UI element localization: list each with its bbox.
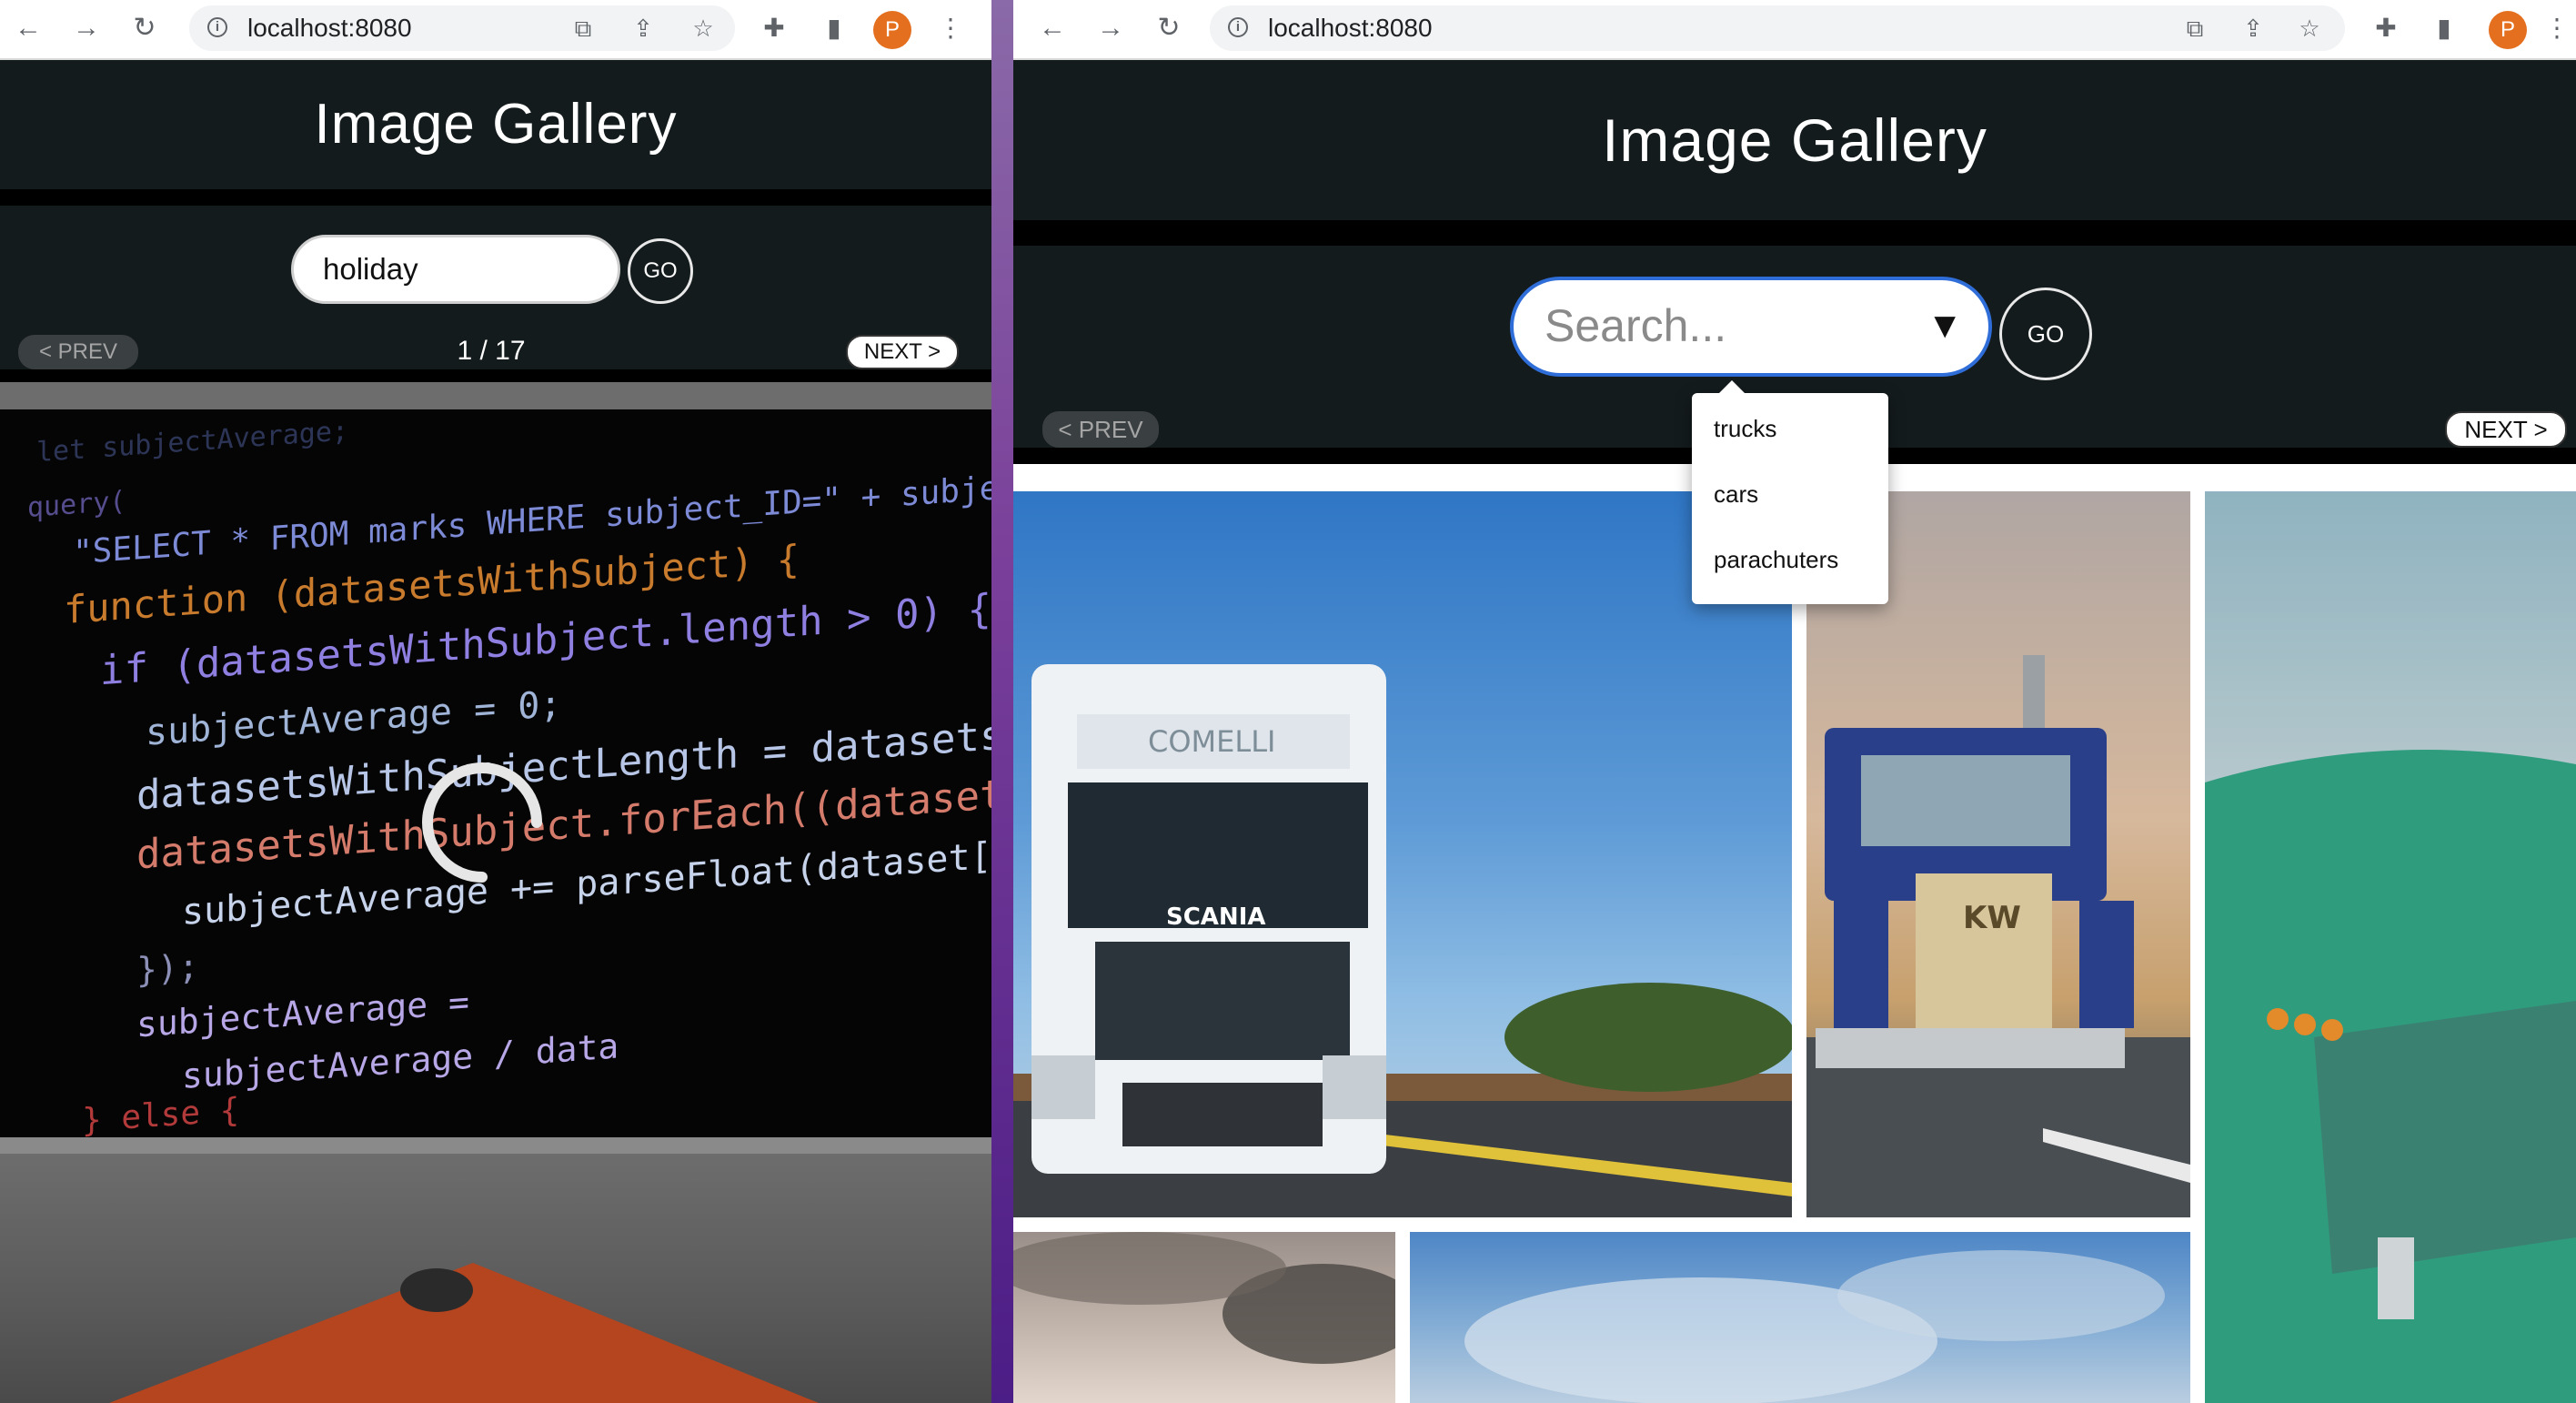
- gallery-photo-code[interactable]: let subjectAverage; query( "SELECT * FRO…: [0, 409, 991, 1137]
- back-arrow-icon[interactable]: ←: [1037, 13, 1068, 44]
- suggestion-parachuters[interactable]: parachuters: [1714, 546, 1838, 574]
- extensions-puzzle-icon[interactable]: ✚: [759, 13, 790, 44]
- svg-text:} else {: } else {: [82, 1092, 239, 1137]
- gallery-photo-book[interactable]: [0, 1154, 991, 1403]
- site-info-icon[interactable]: i: [207, 17, 227, 37]
- svg-text:subjectAverage =: subjectAverage =: [136, 982, 469, 1045]
- dropdown-pointer: [1719, 380, 1745, 393]
- right-browser-window: ← → ↻ i localhost:8080 ⧉ ⇪ ☆ ✚ ▮ P ⋮ Ima…: [1013, 0, 2576, 1403]
- profile-avatar[interactable]: P: [873, 11, 911, 49]
- window-divider: [991, 0, 1013, 1403]
- search-input[interactable]: holiday: [291, 235, 620, 304]
- gallery-photo-clouds[interactable]: [1013, 1232, 1395, 1403]
- go-button[interactable]: GO: [1999, 288, 2092, 380]
- page-title: Image Gallery: [314, 93, 678, 156]
- truck-badge-text: KW: [1963, 900, 2021, 936]
- address-bar-url: localhost:8080: [1268, 14, 1433, 42]
- forward-arrow-icon[interactable]: →: [71, 13, 102, 44]
- site-header: Image Gallery: [0, 60, 991, 189]
- svg-text:let subjectAverage;: let subjectAverage;: [36, 415, 348, 469]
- scania-truck-image: COMELLI SCANIA: [1013, 664, 1792, 1217]
- go-button[interactable]: GO: [628, 238, 693, 304]
- menu-kebab-icon[interactable]: ⋮: [2541, 13, 2572, 44]
- green-truck-image: [2205, 750, 2576, 1403]
- site-header: Image Gallery: [1013, 60, 2576, 220]
- truck-brand-text: COMELLI: [1148, 724, 1275, 759]
- gallery-photo-sky[interactable]: [1410, 1232, 2190, 1403]
- bookmark-star-icon[interactable]: ☆: [2296, 15, 2323, 42]
- browser-toolbar: ← → ↻ i localhost:8080 ⧉ ⇪ ☆ ✚ ▮ P ⋮: [0, 0, 991, 60]
- suggestion-cars[interactable]: cars: [1714, 480, 1758, 509]
- code-photo-image: let subjectAverage; query( "SELECT * FRO…: [27, 415, 991, 1137]
- next-button[interactable]: NEXT >: [846, 335, 959, 369]
- site-info-icon[interactable]: i: [1228, 17, 1248, 37]
- menu-kebab-icon[interactable]: ⋮: [935, 13, 966, 44]
- search-input-value: holiday: [323, 252, 418, 286]
- pagination-indicator: 1 / 17: [457, 336, 526, 366]
- side-panel-icon[interactable]: ▮: [2429, 13, 2460, 44]
- profile-avatar[interactable]: P: [2489, 11, 2527, 49]
- search-input[interactable]: Search... ▼: [1510, 277, 1992, 377]
- truck-badge-text: SCANIA: [1166, 903, 1265, 931]
- side-panel-icon[interactable]: ▮: [819, 13, 850, 44]
- gallery-photo-green-truck[interactable]: [2205, 491, 2576, 1403]
- header-divider: [1013, 220, 2576, 246]
- search-placeholder: Search...: [1545, 300, 1727, 351]
- svg-text:subjectAverage = 0;: subjectAverage = 0;: [146, 683, 561, 754]
- page-title: Image Gallery: [1602, 106, 1987, 174]
- book-photo-image: [109, 1263, 819, 1403]
- prev-button[interactable]: < PREV: [1042, 411, 1159, 448]
- share-icon[interactable]: ⇪: [2239, 15, 2267, 42]
- search-suggestions-dropdown: trucks cars parachuters: [1692, 380, 1888, 604]
- extensions-puzzle-icon[interactable]: ✚: [2370, 13, 2401, 44]
- bookmark-star-icon[interactable]: ☆: [689, 15, 717, 42]
- back-arrow-icon[interactable]: ←: [13, 13, 44, 44]
- address-bar-url: localhost:8080: [247, 14, 412, 42]
- forward-arrow-icon[interactable]: →: [1095, 13, 1126, 44]
- reload-icon[interactable]: ↻: [1153, 13, 1184, 44]
- translate-icon[interactable]: ⧉: [569, 15, 597, 42]
- dropdown-caret-icon[interactable]: ▼: [1927, 280, 1963, 371]
- sky-photo-image: [1464, 1250, 2165, 1403]
- translate-icon[interactable]: ⧉: [2181, 15, 2209, 42]
- svg-text:query(: query(: [27, 485, 126, 524]
- address-bar[interactable]: i localhost:8080 ⧉ ⇪ ☆: [189, 5, 735, 51]
- gallery-gap: [0, 1137, 991, 1154]
- svg-text:});: });: [136, 946, 199, 991]
- gallery-top-strip: [0, 382, 991, 409]
- reload-icon[interactable]: ↻: [129, 13, 160, 44]
- next-button[interactable]: NEXT >: [2445, 411, 2567, 448]
- clouds-photo-image: [1013, 1232, 1395, 1364]
- header-divider: [0, 189, 991, 206]
- share-icon[interactable]: ⇪: [629, 15, 657, 42]
- browser-toolbar: ← → ↻ i localhost:8080 ⧉ ⇪ ☆ ✚ ▮ P ⋮: [1013, 0, 2576, 60]
- address-bar[interactable]: i localhost:8080 ⧉ ⇪ ☆: [1210, 5, 2345, 51]
- left-browser-window: ← → ↻ i localhost:8080 ⧉ ⇪ ☆ ✚ ▮ P ⋮ Ima…: [0, 0, 991, 1403]
- prev-button[interactable]: < PREV: [18, 335, 138, 369]
- nav-divider: [0, 369, 991, 382]
- gallery-photo-scania-truck[interactable]: COMELLI SCANIA: [1013, 491, 1792, 1217]
- suggestion-trucks[interactable]: trucks: [1714, 415, 1776, 443]
